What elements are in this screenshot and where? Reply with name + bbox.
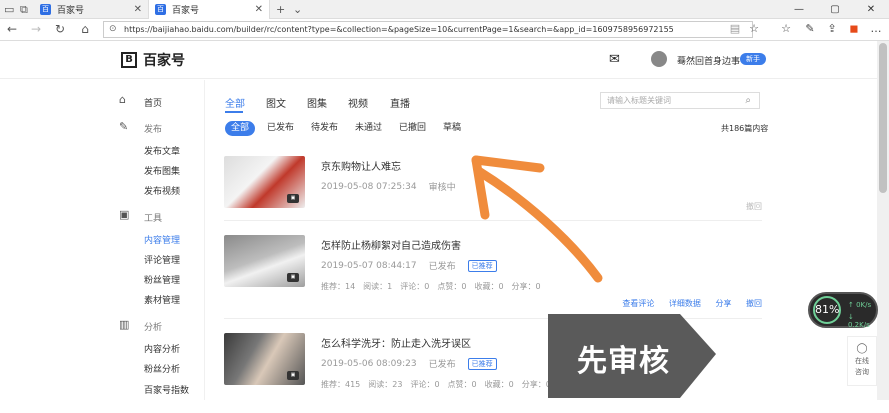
annotation-label: 先审核 bbox=[577, 344, 670, 379]
annotation-overlay bbox=[471, 155, 716, 398]
orange-arrow-annotation bbox=[471, 155, 603, 283]
